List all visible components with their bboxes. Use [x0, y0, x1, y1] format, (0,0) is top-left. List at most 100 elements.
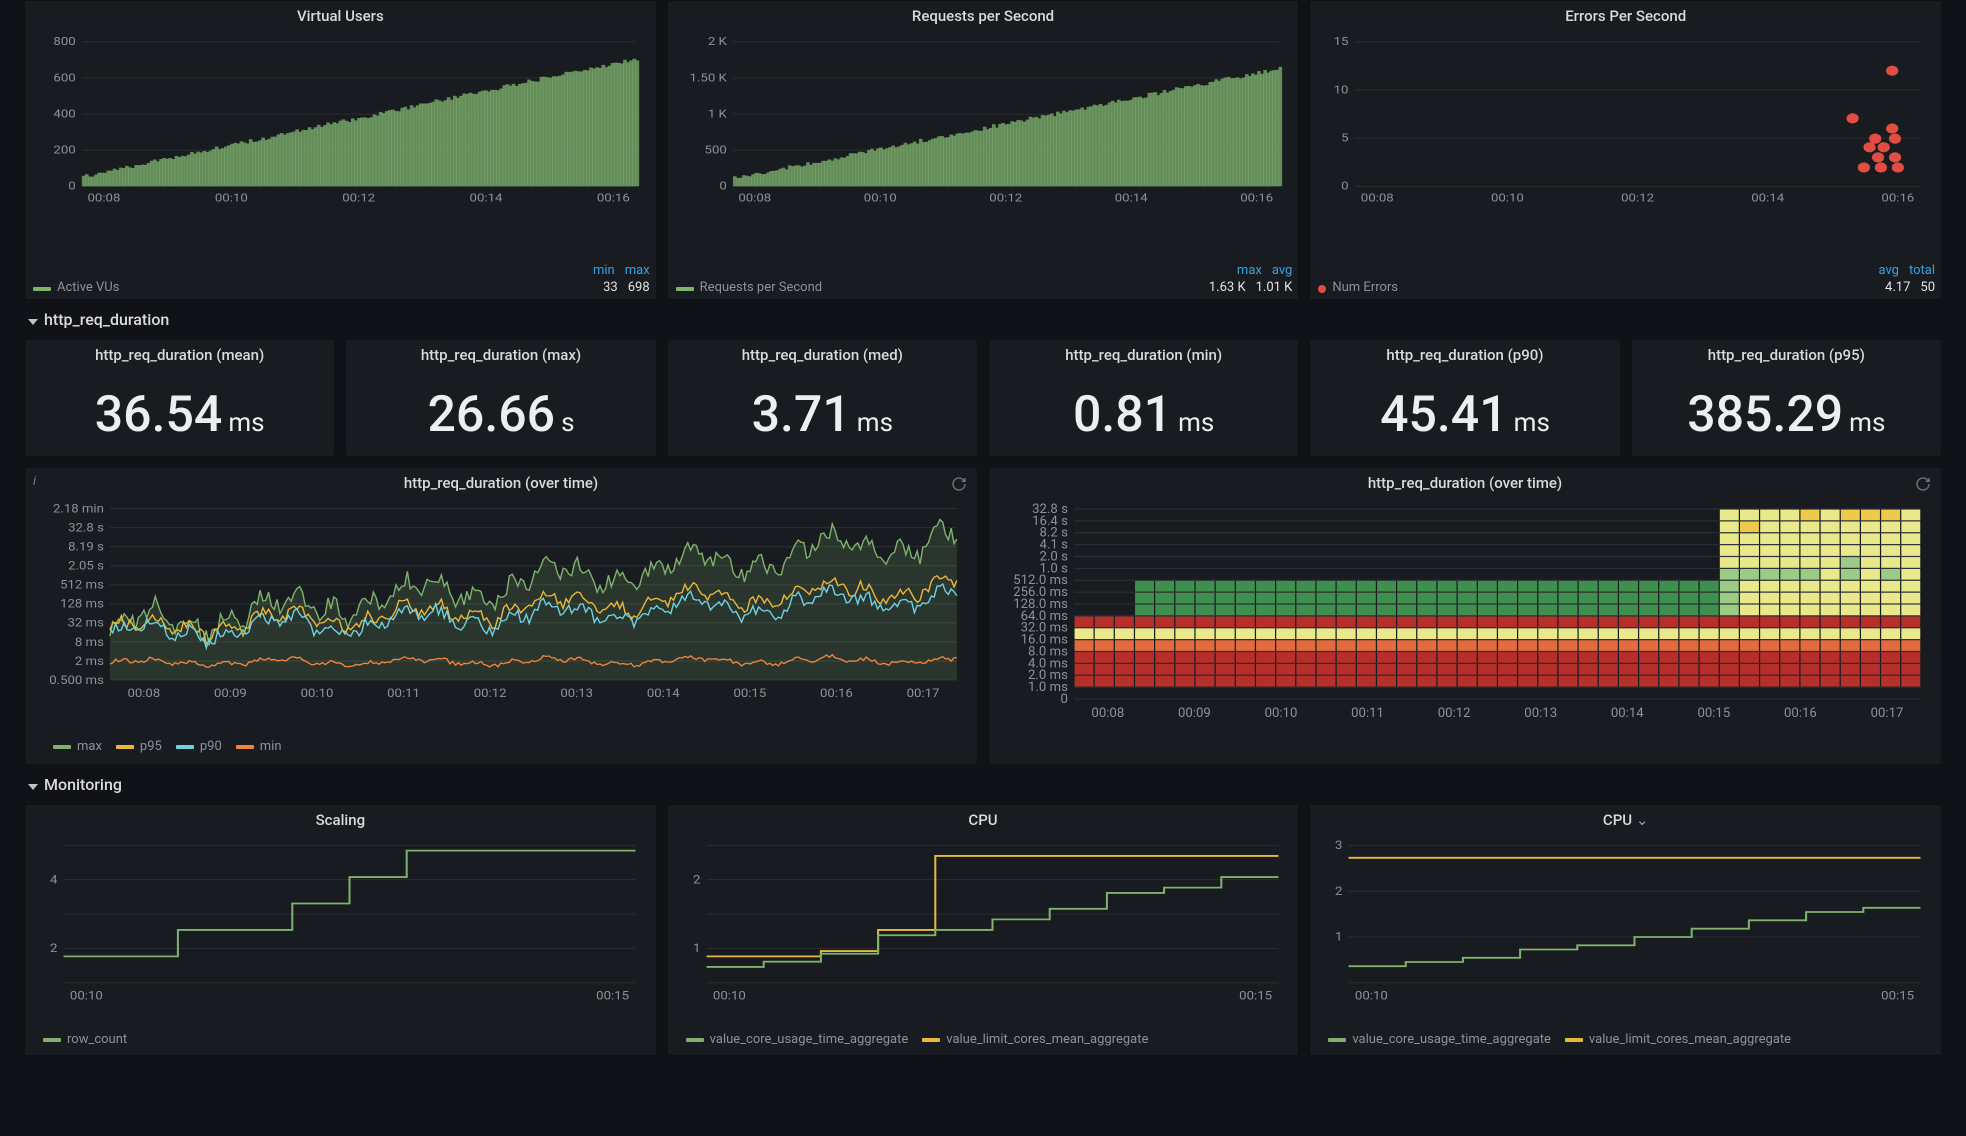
svg-text:00:15: 00:15	[596, 989, 629, 1003]
panel-title: http_req_duration (over time)	[989, 468, 1941, 498]
stat-title: http_req_duration (max)	[346, 340, 655, 370]
panel-virtual-users[interactable]: Virtual Users 020040060080000:0800:1000:…	[24, 0, 657, 300]
svg-text:00:14: 00:14	[1611, 706, 1644, 721]
svg-text:00:12: 00:12	[989, 191, 1022, 204]
svg-text:0: 0	[68, 179, 76, 192]
panel-dur-timeseries[interactable]: i http_req_duration (over time) 0.500 ms…	[24, 467, 978, 765]
svg-text:00:10: 00:10	[1491, 191, 1524, 204]
svg-text:00:17: 00:17	[907, 687, 940, 701]
panel-title: Virtual Users	[25, 1, 656, 31]
stat-panel[interactable]: http_req_duration (p90) 45.41ms	[1309, 339, 1620, 457]
chevron-down-icon	[28, 310, 38, 331]
svg-text:00:11: 00:11	[387, 687, 420, 701]
refresh-icon[interactable]	[1915, 476, 1931, 492]
svg-text:00:11: 00:11	[1351, 706, 1384, 721]
stat-panel[interactable]: http_req_duration (max) 26.66s	[345, 339, 656, 457]
stat-panel[interactable]: http_req_duration (min) 0.81ms	[988, 339, 1299, 457]
panel-rps[interactable]: Requests per Second 05001 K1.50 K2 K00:0…	[667, 0, 1300, 300]
stat-title: http_req_duration (min)	[989, 340, 1298, 370]
stat-value: 385.29ms	[1632, 369, 1941, 470]
svg-text:00:16: 00:16	[597, 191, 630, 204]
panel-title: Requests per Second	[668, 1, 1299, 31]
svg-text:0: 0	[1341, 179, 1349, 192]
svg-text:00:15: 00:15	[733, 687, 766, 701]
svg-text:8.19 s: 8.19 s	[68, 540, 104, 555]
svg-text:1: 1	[1335, 930, 1342, 944]
svg-text:32 ms: 32 ms	[68, 616, 104, 631]
panel-stats: maxavg 1.63 K1.01 K	[1199, 263, 1292, 297]
svg-text:00:12: 00:12	[1438, 706, 1471, 721]
svg-text:00:09: 00:09	[214, 687, 247, 701]
svg-text:00:10: 00:10	[301, 687, 334, 701]
svg-text:15: 15	[1334, 35, 1349, 48]
svg-text:00:15: 00:15	[1697, 706, 1730, 721]
stat-panel[interactable]: http_req_duration (mean) 36.54ms	[24, 339, 335, 457]
svg-text:5: 5	[1341, 131, 1349, 144]
stat-title: http_req_duration (mean)	[25, 340, 334, 370]
info-icon[interactable]: i	[33, 474, 36, 491]
svg-text:32.8 s: 32.8 s	[1032, 502, 1068, 517]
svg-text:32.8 s: 32.8 s	[68, 521, 104, 536]
legend-label: Active VUs	[57, 280, 119, 297]
svg-text:00:10: 00:10	[1265, 706, 1298, 721]
stat-panel[interactable]: http_req_duration (med) 3.71ms	[667, 339, 978, 457]
stat-value: 36.54ms	[25, 369, 334, 470]
svg-text:00:12: 00:12	[474, 687, 507, 701]
svg-text:2: 2	[50, 942, 57, 956]
svg-text:00:15: 00:15	[1239, 989, 1272, 1003]
svg-text:00:08: 00:08	[1361, 191, 1394, 204]
svg-text:00:10: 00:10	[1355, 989, 1388, 1003]
svg-text:00:16: 00:16	[1882, 191, 1915, 204]
panel-dur-heatmap[interactable]: http_req_duration (over time) 01.0 ms2.0…	[988, 467, 1942, 765]
svg-text:2 ms: 2 ms	[75, 654, 104, 669]
stat-title: http_req_duration (med)	[668, 340, 977, 370]
svg-text:8 ms: 8 ms	[75, 635, 104, 650]
legend-label: Requests per Second	[700, 280, 822, 297]
svg-text:00:08: 00:08	[127, 687, 160, 701]
row-header-monitoring[interactable]: Monitoring	[24, 765, 1942, 804]
panel-scaling[interactable]: Scaling 2400:1000:15 row_count	[24, 804, 657, 1056]
svg-text:200: 200	[53, 143, 75, 156]
panel-title: Errors Per Second	[1310, 1, 1941, 31]
svg-text:00:12: 00:12	[342, 191, 375, 204]
panel-stats: avgtotal 4.1750	[1868, 263, 1935, 297]
svg-text:00:08: 00:08	[1091, 706, 1124, 721]
svg-text:00:13: 00:13	[560, 687, 593, 701]
svg-text:512 ms: 512 ms	[60, 578, 104, 593]
svg-text:2.05 s: 2.05 s	[68, 559, 104, 574]
panel-cpu[interactable]: CPU 1200:1000:15 value_core_usage_time_a…	[667, 804, 1300, 1056]
panel-errors[interactable]: Errors Per Second 05101500:0800:1000:120…	[1309, 0, 1942, 300]
svg-text:00:08: 00:08	[88, 191, 121, 204]
stat-panel[interactable]: http_req_duration (p95) 385.29ms	[1631, 339, 1942, 457]
svg-text:1: 1	[693, 942, 700, 956]
svg-text:1.50 K: 1.50 K	[689, 71, 727, 84]
svg-text:00:14: 00:14	[1752, 191, 1785, 204]
svg-text:00:10: 00:10	[215, 191, 248, 204]
svg-text:00:10: 00:10	[863, 191, 896, 204]
svg-text:00:08: 00:08	[738, 191, 771, 204]
svg-text:2 K: 2 K	[708, 35, 727, 48]
stat-value: 45.41ms	[1310, 369, 1619, 470]
chevron-down-icon[interactable]: ⌄	[1636, 811, 1649, 829]
refresh-icon[interactable]	[951, 476, 967, 492]
svg-text:500: 500	[704, 143, 726, 156]
svg-text:00:13: 00:13	[1524, 706, 1557, 721]
stat-title: http_req_duration (p90)	[1310, 340, 1619, 370]
svg-text:0: 0	[719, 179, 727, 192]
panel-cpu-2[interactable]: CPU ⌄ 12300:1000:15 value_core_usage_tim…	[1309, 804, 1942, 1056]
svg-text:10: 10	[1334, 83, 1349, 96]
stat-value: 0.81ms	[989, 369, 1298, 470]
svg-text:00:14: 00:14	[1114, 191, 1147, 204]
svg-text:00:10: 00:10	[713, 989, 746, 1003]
panel-title: CPU	[668, 805, 1299, 835]
panel-title: CPU ⌄	[1310, 805, 1941, 835]
svg-text:00:14: 00:14	[470, 191, 503, 204]
svg-text:0.500 ms: 0.500 ms	[49, 673, 104, 688]
svg-text:00:14: 00:14	[647, 687, 680, 701]
row-header-http-req-duration[interactable]: http_req_duration	[24, 300, 1942, 339]
svg-text:800: 800	[53, 35, 75, 48]
svg-text:00:09: 00:09	[1178, 706, 1211, 721]
panel-stats: minmax 33698	[583, 263, 650, 297]
chevron-down-icon	[28, 775, 38, 796]
stat-title: http_req_duration (p95)	[1632, 340, 1941, 370]
